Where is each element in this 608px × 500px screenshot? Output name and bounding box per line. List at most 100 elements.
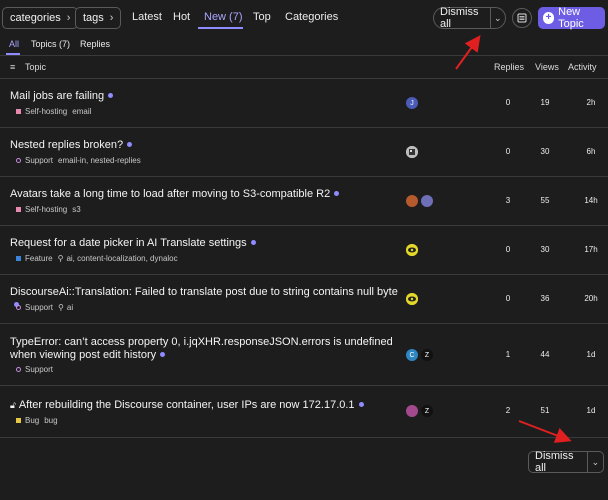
new-indicator-dot — [250, 239, 256, 245]
view-count: 19 — [540, 98, 550, 107]
support-category-icon — [16, 367, 21, 372]
tag-icon: ⚲ — [57, 254, 64, 263]
view-count: 30 — [540, 245, 550, 254]
topic-meta: Support ⚲ ai — [16, 303, 73, 312]
topic-title-link[interactable]: TypeError: can’t access property 0, i.jq… — [10, 336, 400, 362]
activity-time[interactable]: 1d — [576, 350, 606, 359]
reply-count[interactable]: 1 — [493, 350, 523, 359]
activity-time[interactable]: 17h — [576, 245, 606, 254]
list-layout-icon — [517, 13, 527, 23]
tags-dropdown-label: tags — [83, 12, 104, 24]
avatar[interactable]: C — [406, 349, 418, 361]
topic-row[interactable]: DiscourseAi::Translation: Failed to tran… — [0, 275, 608, 324]
activity-time[interactable]: 6h — [576, 147, 606, 156]
tags-dropdown[interactable]: tags › — [75, 7, 122, 29]
subtab-divider — [0, 55, 608, 56]
subtab-topics[interactable]: Topics (7) — [31, 39, 70, 49]
avatar[interactable] — [406, 405, 418, 417]
category-square-icon — [16, 207, 21, 212]
subtab-all[interactable]: All — [9, 39, 19, 49]
reply-count[interactable]: 0 — [493, 147, 523, 156]
category-link[interactable]: Self-hosting — [25, 205, 67, 214]
reply-count[interactable]: 0 — [493, 294, 523, 303]
view-count: 30 — [540, 147, 550, 156]
reply-count[interactable]: 0 — [493, 98, 523, 107]
topic-title-link[interactable]: Nested replies broken? — [10, 139, 402, 152]
column-replies[interactable]: Replies — [494, 62, 524, 72]
plus-icon: + — [543, 12, 555, 24]
topic-meta: Support — [16, 365, 53, 374]
column-topic[interactable]: Topic — [25, 62, 46, 72]
bulk-select-icon[interactable]: ≡ — [10, 62, 15, 72]
column-views[interactable]: Views — [535, 62, 559, 72]
topic-tags[interactable]: email — [72, 107, 91, 116]
topic-title-link[interactable]: Avatars take a long time to load after m… — [10, 188, 402, 201]
tag-icon: ⚲ — [58, 303, 64, 312]
topic-row[interactable]: 🔓︎ After rebuilding the Discourse contain… — [0, 386, 608, 438]
topic-row[interactable]: Mail jobs are failing Self-hosting email… — [0, 79, 608, 128]
activity-time[interactable]: 2h — [576, 98, 606, 107]
nav-top[interactable]: Top — [253, 11, 271, 23]
topic-row[interactable]: TypeError: can’t access property 0, i.jq… — [0, 324, 608, 386]
category-link[interactable]: Bug — [25, 416, 39, 425]
topic-title-link[interactable]: 🔓︎ After rebuilding the Discourse contain… — [10, 399, 402, 412]
topic-meta: Self-hosting s3 — [16, 205, 81, 214]
topic-tags[interactable]: bug — [44, 416, 57, 425]
topic-meta: Feature ⚲ ai, content-localization, dyna… — [16, 254, 178, 263]
reply-count[interactable]: 0 — [493, 245, 523, 254]
categories-dropdown[interactable]: categories › — [2, 7, 79, 29]
dismiss-all-button-top[interactable]: Dismiss all ⌄ — [433, 6, 506, 30]
chevron-right-icon: › — [109, 12, 114, 24]
topic-list-layout-button[interactable] — [512, 8, 532, 28]
nav-hot[interactable]: Hot — [173, 11, 190, 23]
topic-tags[interactable]: ai, content-localization, dynaloc — [66, 254, 177, 263]
category-link[interactable]: Support — [25, 156, 53, 165]
avatar[interactable]: Z — [421, 405, 433, 417]
category-square-icon — [16, 418, 21, 423]
avatar[interactable] — [406, 244, 418, 256]
new-indicator-dot — [358, 401, 364, 407]
nav-new[interactable]: New (7) — [204, 11, 243, 23]
category-link[interactable]: Feature — [25, 254, 53, 263]
topic-title-link[interactable]: Request for a date picker in AI Translat… — [10, 237, 402, 250]
topic-row[interactable]: Nested replies broken? Support email-in,… — [0, 128, 608, 177]
topic-title-link[interactable]: Mail jobs are failing — [10, 90, 402, 103]
chevron-right-icon: › — [66, 12, 71, 24]
activity-time[interactable]: 14h — [576, 196, 606, 205]
subtab-replies[interactable]: Replies — [80, 39, 110, 49]
topic-tags[interactable]: ai — [67, 303, 73, 312]
support-category-icon — [16, 305, 21, 310]
reply-count[interactable]: 3 — [493, 196, 523, 205]
chevron-down-icon[interactable]: ⌄ — [588, 457, 603, 468]
category-link[interactable]: Self-hosting — [25, 107, 67, 116]
new-topic-button[interactable]: + New Topic — [538, 6, 605, 30]
activity-time[interactable]: 20h — [576, 294, 606, 303]
topic-tags[interactable]: s3 — [72, 205, 80, 214]
dismiss-all-label: Dismiss all — [440, 6, 479, 30]
topic-row[interactable]: Request for a date picker in AI Translat… — [0, 226, 608, 275]
topic-row[interactable]: Avatars take a long time to load after m… — [0, 177, 608, 226]
avatar[interactable] — [421, 195, 433, 207]
dismiss-all-button-bottom[interactable]: Dismiss all ⌄ — [528, 450, 604, 474]
new-indicator-dot — [108, 92, 114, 98]
avatar[interactable] — [406, 293, 418, 305]
avatar[interactable] — [406, 146, 418, 158]
nav-categories[interactable]: Categories — [285, 11, 338, 23]
column-activity[interactable]: Activity — [568, 62, 597, 72]
avatar[interactable] — [406, 195, 418, 207]
chevron-down-icon[interactable]: ⌄ — [491, 13, 505, 24]
view-count: 55 — [540, 196, 550, 205]
nav-latest[interactable]: Latest — [132, 11, 162, 23]
avatar[interactable]: Z — [421, 349, 433, 361]
lock-icon: 🔓︎ — [10, 400, 16, 410]
activity-time[interactable]: 1d — [576, 406, 606, 415]
topic-meta: Bug bug — [16, 416, 58, 425]
avatar[interactable]: J — [406, 97, 418, 109]
category-link[interactable]: Support — [25, 303, 53, 312]
category-link[interactable]: Support — [25, 365, 53, 374]
reply-count[interactable]: 2 — [493, 406, 523, 415]
topic-tags[interactable]: email-in, nested-replies — [58, 156, 141, 165]
category-square-icon — [16, 256, 21, 261]
eye-avatar-icon — [406, 293, 418, 305]
view-count: 44 — [540, 350, 550, 359]
